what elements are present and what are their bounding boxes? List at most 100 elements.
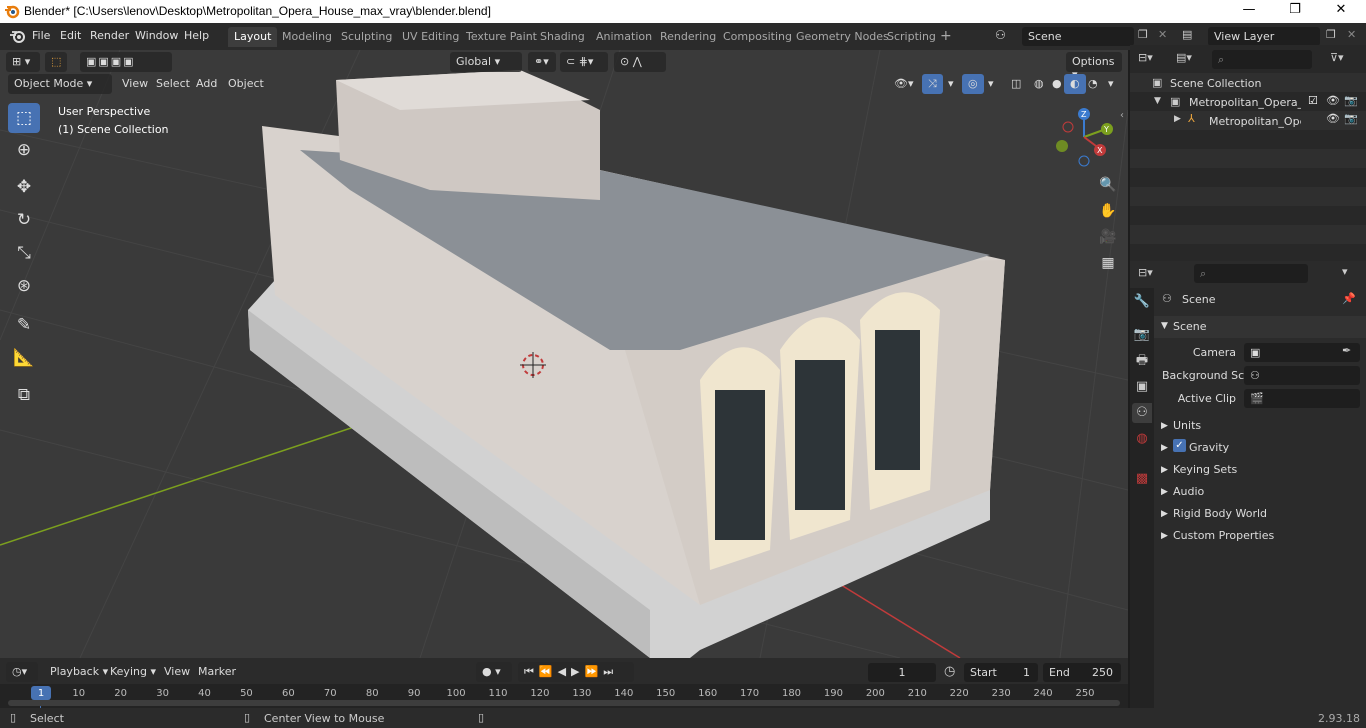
section-audio[interactable]: Audio bbox=[1173, 485, 1204, 498]
gizmo-toggle-icon[interactable]: ⤨ bbox=[922, 74, 943, 94]
tab-scripting[interactable]: Scripting bbox=[881, 27, 942, 47]
scene-panel-title[interactable]: Scene bbox=[1173, 320, 1207, 333]
section-keying-sets[interactable]: Keying Sets bbox=[1173, 463, 1237, 476]
viewport-menu-object[interactable]: Object bbox=[222, 74, 270, 94]
start-frame-field[interactable]: Start 1 bbox=[964, 663, 1038, 682]
orthographic-toggle-icon[interactable]: ▦ bbox=[1098, 253, 1118, 273]
minimize-button[interactable]: — bbox=[1234, 2, 1264, 17]
camera-view-icon[interactable]: 🎥 bbox=[1098, 227, 1118, 247]
panel-collapse-icon[interactable]: ▼ bbox=[1161, 321, 1168, 331]
maximize-button[interactable]: ❐ bbox=[1280, 2, 1310, 17]
tab-rendering[interactable]: Rendering bbox=[654, 27, 722, 47]
pivot-icon[interactable]: ⚭▾ bbox=[528, 52, 556, 72]
xray-icon[interactable]: ◫ bbox=[1005, 74, 1027, 94]
select-tool-icon[interactable]: ⬚ bbox=[8, 103, 40, 133]
section-gravity[interactable]: Gravity bbox=[1189, 441, 1229, 454]
close-window-button[interactable]: ✕ bbox=[1326, 2, 1356, 17]
texture-tab-icon[interactable]: ▩ bbox=[1132, 469, 1152, 489]
cursor-tool-icon[interactable]: ⊕ bbox=[8, 135, 40, 165]
scene-selector[interactable]: Scene bbox=[1022, 27, 1134, 46]
orientation-selector[interactable]: Global ▾ bbox=[450, 52, 522, 72]
3d-viewport[interactable] bbox=[0, 50, 1128, 658]
selection-mode-icons[interactable]: ▣▣▣▣ bbox=[80, 52, 172, 72]
visibility-icon[interactable]: 👁▾ bbox=[888, 74, 920, 94]
properties-editor-icon[interactable]: ⊟▾ bbox=[1138, 266, 1153, 279]
move-tool-icon[interactable]: ✥ bbox=[8, 172, 40, 202]
tool-tab-icon[interactable]: 🔧 bbox=[1132, 292, 1152, 312]
keying-sets-expand-icon[interactable]: ▶ bbox=[1161, 465, 1168, 475]
auto-keying-icon[interactable]: ● ▾ bbox=[476, 662, 512, 682]
units-expand-icon[interactable]: ▶ bbox=[1161, 421, 1168, 431]
annotate-tool-icon[interactable]: ✎ bbox=[8, 310, 40, 340]
menu-file[interactable]: File bbox=[32, 29, 50, 42]
editor-type-icon[interactable]: ⊞ ▾ bbox=[6, 52, 40, 72]
eye-icon[interactable]: 👁 bbox=[1326, 112, 1340, 125]
rigid-body-expand-icon[interactable]: ▶ bbox=[1161, 509, 1168, 519]
playback-controls[interactable]: ⏮⏪◀▶⏩⏭ bbox=[518, 662, 634, 682]
properties-search-input[interactable]: ⌕ bbox=[1194, 264, 1308, 283]
timeline-scrollbar[interactable] bbox=[8, 700, 1120, 706]
delete-scene-icon[interactable]: ✕ bbox=[1158, 28, 1167, 41]
snap-icon[interactable]: ⊂ ⋕▾ bbox=[560, 52, 608, 72]
filter-icon[interactable]: ⊽▾ bbox=[1330, 51, 1344, 64]
scene-tab-icon[interactable]: ⚇ bbox=[1132, 403, 1152, 423]
tab-sculpting[interactable]: Sculpting bbox=[335, 27, 398, 47]
scene-collection-label[interactable]: Scene Collection bbox=[1170, 77, 1261, 90]
expand-child-icon[interactable]: ▶ bbox=[1174, 114, 1181, 124]
select-box-tool-icon[interactable]: ⬚ bbox=[45, 52, 67, 72]
tab-layout[interactable]: Layout bbox=[228, 27, 278, 47]
view-layer-tab-icon[interactable]: ▣ bbox=[1132, 377, 1152, 397]
overlay-dropdown-icon[interactable]: ▾ bbox=[982, 74, 1000, 94]
eye-icon[interactable]: 👁 bbox=[1326, 94, 1340, 107]
gravity-expand-icon[interactable]: ▶ bbox=[1161, 443, 1168, 453]
current-frame-field[interactable]: 1 bbox=[868, 663, 936, 682]
display-mode-icon[interactable]: ▤▾ bbox=[1176, 51, 1192, 64]
preview-range-icon[interactable]: ◷ bbox=[944, 664, 955, 679]
tab-texture-paint[interactable]: Texture Paint bbox=[460, 27, 543, 47]
timeline-menu-view[interactable]: View bbox=[158, 662, 196, 682]
menu-help[interactable]: Help bbox=[184, 29, 209, 42]
rotate-tool-icon[interactable]: ↻ bbox=[8, 205, 40, 235]
overlay-toggle-icon[interactable]: ◎ bbox=[962, 74, 984, 94]
view-layer-selector[interactable]: View Layer bbox=[1208, 27, 1320, 46]
add-cube-tool-icon[interactable]: ⧉ bbox=[8, 380, 40, 410]
delete-view-layer-icon[interactable]: ✕ bbox=[1347, 28, 1356, 41]
blender-menu-icon[interactable] bbox=[8, 28, 28, 44]
outliner-search-input[interactable]: ⌕ bbox=[1212, 50, 1312, 69]
tab-modeling[interactable]: Modeling bbox=[276, 27, 338, 47]
timeline-menu-keying[interactable]: Keying ▾ bbox=[104, 662, 162, 682]
add-workspace-icon[interactable]: + bbox=[934, 25, 958, 45]
mode-selector[interactable]: Object Mode ▾ bbox=[8, 74, 112, 94]
eyedropper-icon[interactable]: ✒ bbox=[1342, 344, 1351, 357]
scale-tool-icon[interactable]: ⤡ bbox=[8, 238, 40, 268]
menu-edit[interactable]: Edit bbox=[60, 29, 81, 42]
outliner-item-collection[interactable]: Metropolitan_Opera_House bbox=[1189, 96, 1301, 109]
sidebar-toggle-icon[interactable]: ‹ bbox=[1120, 110, 1124, 121]
outliner-editor-icon[interactable]: ⊟▾ bbox=[1138, 51, 1153, 64]
navigation-gizmo[interactable]: Z Y X bbox=[1050, 105, 1120, 170]
custom-props-expand-icon[interactable]: ▶ bbox=[1161, 531, 1168, 541]
measure-tool-icon[interactable]: 📐 bbox=[8, 343, 40, 373]
tab-uv-editing[interactable]: UV Editing bbox=[396, 27, 465, 47]
gravity-checkbox[interactable]: ✓ bbox=[1173, 439, 1186, 452]
new-scene-icon[interactable]: ❐ bbox=[1138, 28, 1148, 41]
viewport-menu-add[interactable]: Add bbox=[190, 74, 223, 94]
section-units[interactable]: Units bbox=[1173, 419, 1201, 432]
background-scene-field[interactable]: ⚇ bbox=[1244, 366, 1360, 385]
world-tab-icon[interactable]: ◍ bbox=[1132, 429, 1152, 449]
viewport-menu-view[interactable]: View bbox=[116, 74, 154, 94]
expand-icon[interactable]: ▼ bbox=[1154, 96, 1161, 106]
tab-animation[interactable]: Animation bbox=[590, 27, 658, 47]
gizmo-dropdown-icon[interactable]: ▾ bbox=[942, 74, 960, 94]
menu-window[interactable]: Window bbox=[135, 29, 178, 42]
pin-icon[interactable]: 📌 bbox=[1342, 292, 1356, 305]
proportional-edit-icon[interactable]: ⊙ ⋀ bbox=[614, 52, 666, 72]
properties-options-icon[interactable]: ▾ bbox=[1342, 265, 1348, 278]
pan-hand-icon[interactable]: ✋ bbox=[1098, 201, 1118, 221]
exclude-checkbox-icon[interactable]: ☑ bbox=[1308, 94, 1318, 107]
scene-icon[interactable]: ⚇ bbox=[995, 28, 1006, 42]
outliner-item-object[interactable]: Metropolitan_Opera_H bbox=[1209, 115, 1301, 128]
tab-shading[interactable]: Shading bbox=[534, 27, 591, 47]
zoom-icon[interactable]: 🔍 bbox=[1098, 175, 1118, 195]
camera-render-icon[interactable]: 📷 bbox=[1344, 112, 1358, 125]
